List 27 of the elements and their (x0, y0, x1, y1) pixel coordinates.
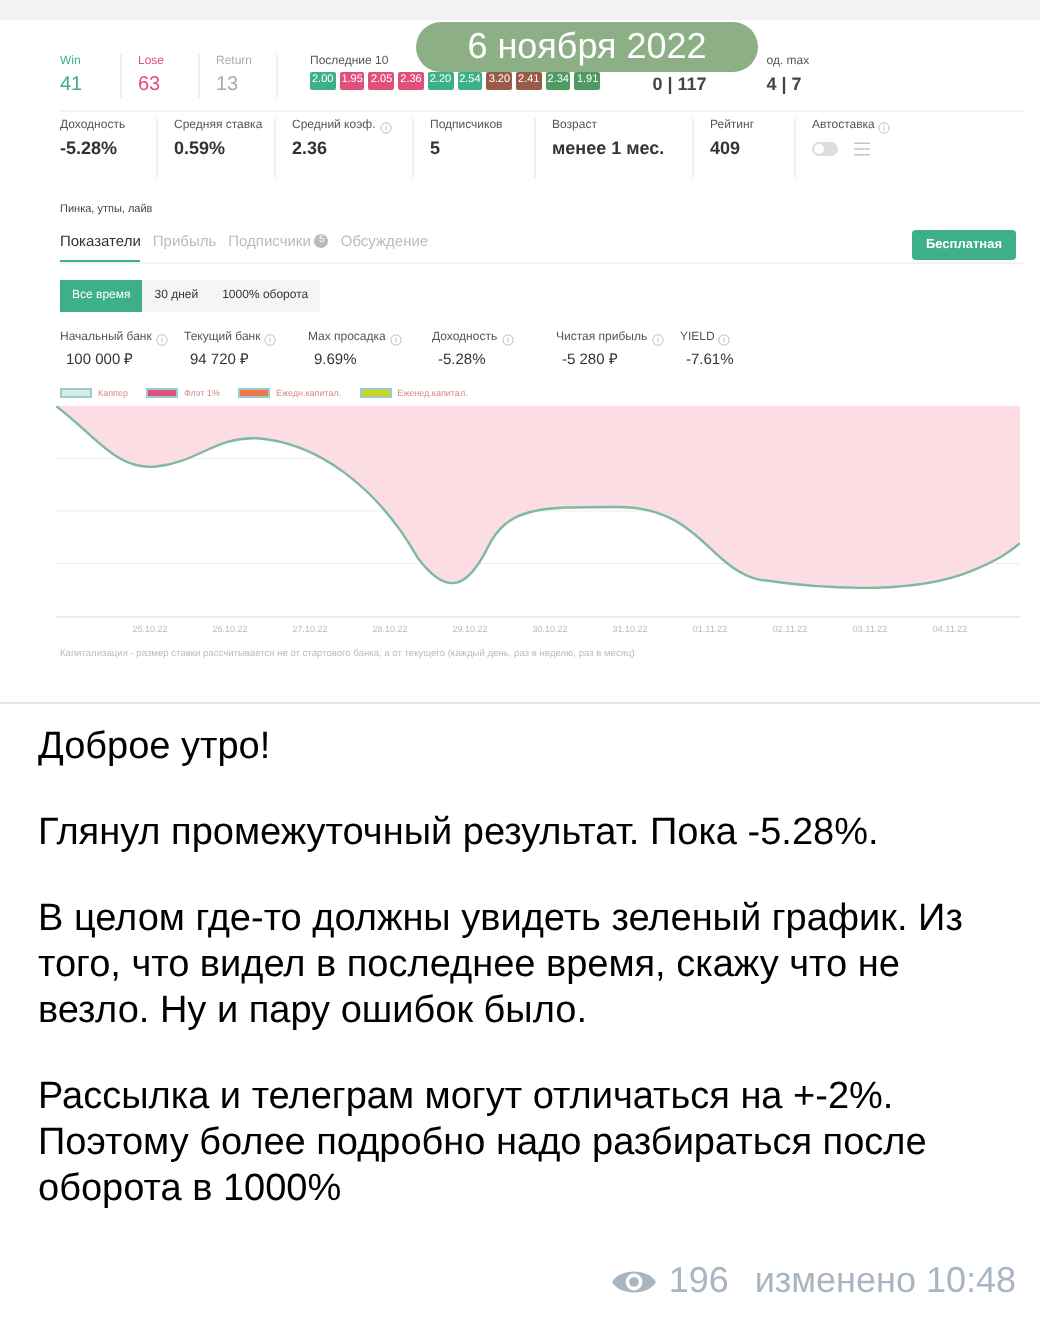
edited-time: изменено 10:48 (754, 1260, 1016, 1302)
result-value: 63 (138, 72, 163, 98)
stat-value: 0 | 117 (652, 72, 707, 98)
stat-value: 0.59% (174, 136, 228, 162)
info-icon (501, 333, 514, 345)
stat-value: 4 | 7 (766, 72, 804, 98)
info-icon (878, 121, 891, 133)
stat-value: 5 (430, 136, 443, 162)
stat-value: -5.28% (60, 136, 120, 162)
result-value: 41 (60, 72, 85, 98)
stat-value: 2.36 (292, 136, 330, 162)
info-icon (389, 333, 402, 345)
message-text: Доброе утро! (38, 724, 273, 770)
info-icon (264, 333, 277, 345)
info-icon (155, 333, 168, 345)
message-text: Рассылка и телеграм могут отличаться на +-2%. Поэтому более подробно надо разбираться после оборота в 1000% (38, 1074, 929, 1212)
list-icon[interactable] (854, 142, 870, 156)
info-icon (651, 333, 664, 345)
date-pill: 6 ноября 2022 (416, 22, 758, 72)
stat-value: менее 1 мес. (552, 136, 667, 162)
view-count: 196 (668, 1260, 729, 1302)
message-text: В целом где-то должны увидеть зеленый график. Из того, что видел в последнее время, скажу что не везло. Ну и пару ошибок было. (38, 896, 965, 1034)
result-value: 13 (216, 72, 241, 98)
message-text: Глянул промежуточный результат. Пока -5.28%. (38, 810, 881, 856)
autostake-toggle[interactable] (812, 142, 838, 156)
info-icon (718, 333, 731, 345)
stat-value: 409 (710, 136, 743, 162)
